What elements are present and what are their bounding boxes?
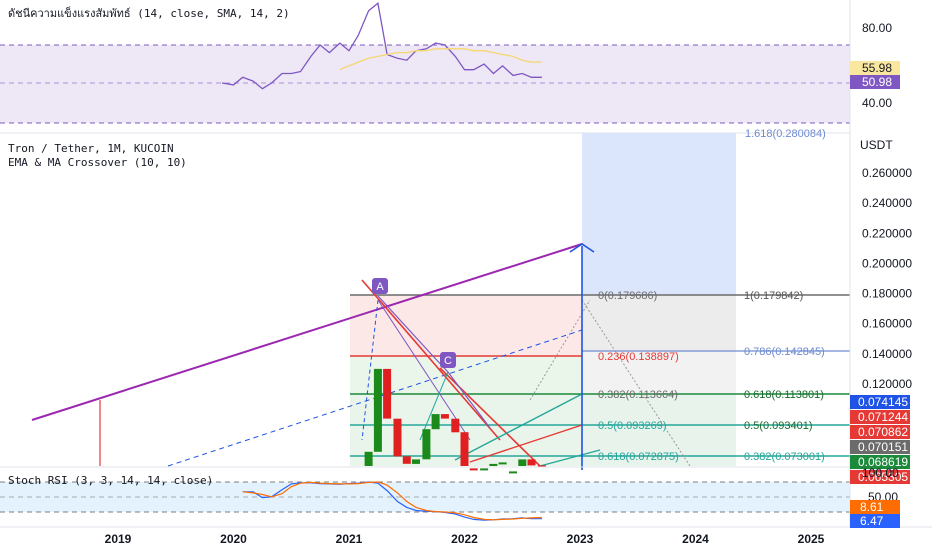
fib-right-label-0618: 0.618(0.113801): [744, 389, 824, 401]
x-tick: 2023: [567, 532, 594, 546]
candle: [469, 468, 478, 471]
candle: [498, 462, 507, 465]
price-tick: 0.220000: [862, 226, 912, 240]
candle: [440, 414, 449, 419]
fib-right-label-1: 1(0.179842): [744, 290, 803, 302]
fib-left-label-0236: 0.236(0.138897): [598, 351, 679, 363]
stoch-k-badge-text: 6.47: [860, 514, 884, 528]
x-tick: 2020: [220, 532, 247, 546]
price-badge-text: 0.070151: [858, 440, 908, 454]
price-badge-text: 0.071244: [858, 410, 908, 424]
price-panel-title: Tron / Tether, 1M, KUCOIN: [8, 142, 174, 155]
fib-right-label-05: 0.5(0.093401): [744, 420, 813, 432]
marker-c-label: C: [444, 355, 452, 367]
marker-a-label: A: [376, 281, 384, 293]
price-unit: USDT: [860, 138, 893, 152]
rsi-value-badge-text: 50.98: [862, 75, 892, 89]
candle: [383, 368, 392, 419]
chart-canvas[interactable]: ดัชนีความแข็งแรงสัมพัทธ์ (14, close, SMA…: [0, 0, 932, 550]
fib-right-label-0382: 0.382(0.073001): [744, 451, 825, 463]
price-tick: 0.200000: [862, 256, 912, 270]
price-badge-text: 0.070862: [858, 425, 908, 439]
rsi-tick-80: 80.00: [862, 21, 892, 35]
x-tick: 2022: [451, 532, 478, 546]
price-tick: 0.120000: [862, 377, 912, 391]
x-tick: 2025: [798, 532, 825, 546]
stoch-panel-title: Stoch RSI (3, 3, 14, 14, close): [8, 474, 213, 487]
candle: [364, 451, 373, 466]
x-tick: 2024: [682, 532, 709, 546]
rsi-ma-badge-text: 55.98: [862, 61, 892, 75]
candle: [480, 468, 489, 471]
candle: [509, 471, 517, 474]
x-tick: 2019: [105, 532, 132, 546]
candle: [422, 429, 431, 460]
rsi-tick-40: 40.00: [862, 96, 892, 110]
price-tick: 0.180000: [862, 287, 912, 301]
candle: [393, 418, 402, 457]
rsi-panel-title: ดัชนีความแข็งแรงสัมพัทธ์ (14, close, SMA…: [8, 6, 290, 20]
candle: [373, 368, 382, 452]
fib-left-label-0: 0(0.179686): [598, 290, 657, 302]
candle: [489, 463, 498, 466]
fib-top-cut-label: 1.618(0.280084): [745, 128, 826, 140]
candle: [460, 432, 469, 466]
projection-zone-top: [582, 133, 736, 295]
candle: [412, 459, 420, 464]
fib-left-label-0382: 0.382(0.113664): [598, 389, 678, 401]
fib-right-label-0786: 0.786(0.142845): [744, 346, 825, 358]
x-tick: 2021: [336, 532, 363, 546]
rsi-band: [0, 45, 850, 123]
price-panel-subtitle: EMA & MA Crossover (10, 10): [8, 156, 187, 169]
price-badge-text: 0.074145: [858, 395, 908, 409]
fib-zone-grey: [582, 295, 736, 356]
price-tick: 0.240000: [862, 196, 912, 210]
stoch-tick-100: 100.00: [862, 466, 899, 480]
candle: [451, 418, 460, 433]
candle: [402, 456, 411, 464]
price-tick: 0.160000: [862, 317, 912, 331]
price-tick: 0.260000: [862, 166, 912, 180]
price-tick: 0.140000: [862, 347, 912, 361]
candle: [518, 459, 527, 466]
fib-left-label-05: 0.5(0.093269): [598, 420, 667, 432]
candle: [527, 459, 536, 466]
fib-left-label-0618: 0.618(0.072875): [598, 451, 679, 463]
stoch-d-badge-text: 8.61: [860, 500, 884, 514]
candle: [431, 414, 440, 430]
